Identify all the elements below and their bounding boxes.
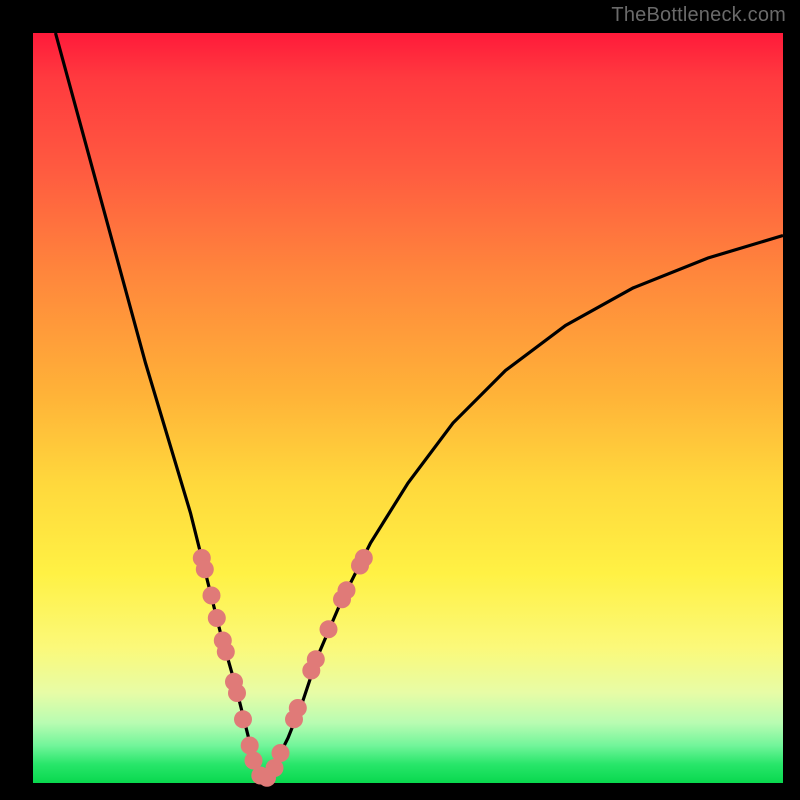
chart-svg [33, 33, 783, 783]
plot-area [33, 33, 783, 783]
data-marker [272, 744, 290, 762]
data-marker [228, 684, 246, 702]
data-marker [234, 710, 252, 728]
data-marker [289, 699, 307, 717]
data-marker [217, 643, 235, 661]
bottleneck-curve [56, 33, 784, 779]
data-marker [203, 587, 221, 605]
data-marker [307, 650, 325, 668]
data-marker [320, 620, 338, 638]
data-marker [208, 609, 226, 627]
data-marker [338, 581, 356, 599]
chart-frame: TheBottleneck.com [0, 0, 800, 800]
data-marker [241, 737, 259, 755]
data-markers [193, 549, 373, 787]
data-marker [196, 560, 214, 578]
watermark-text: TheBottleneck.com [611, 4, 786, 27]
data-marker [355, 549, 373, 567]
